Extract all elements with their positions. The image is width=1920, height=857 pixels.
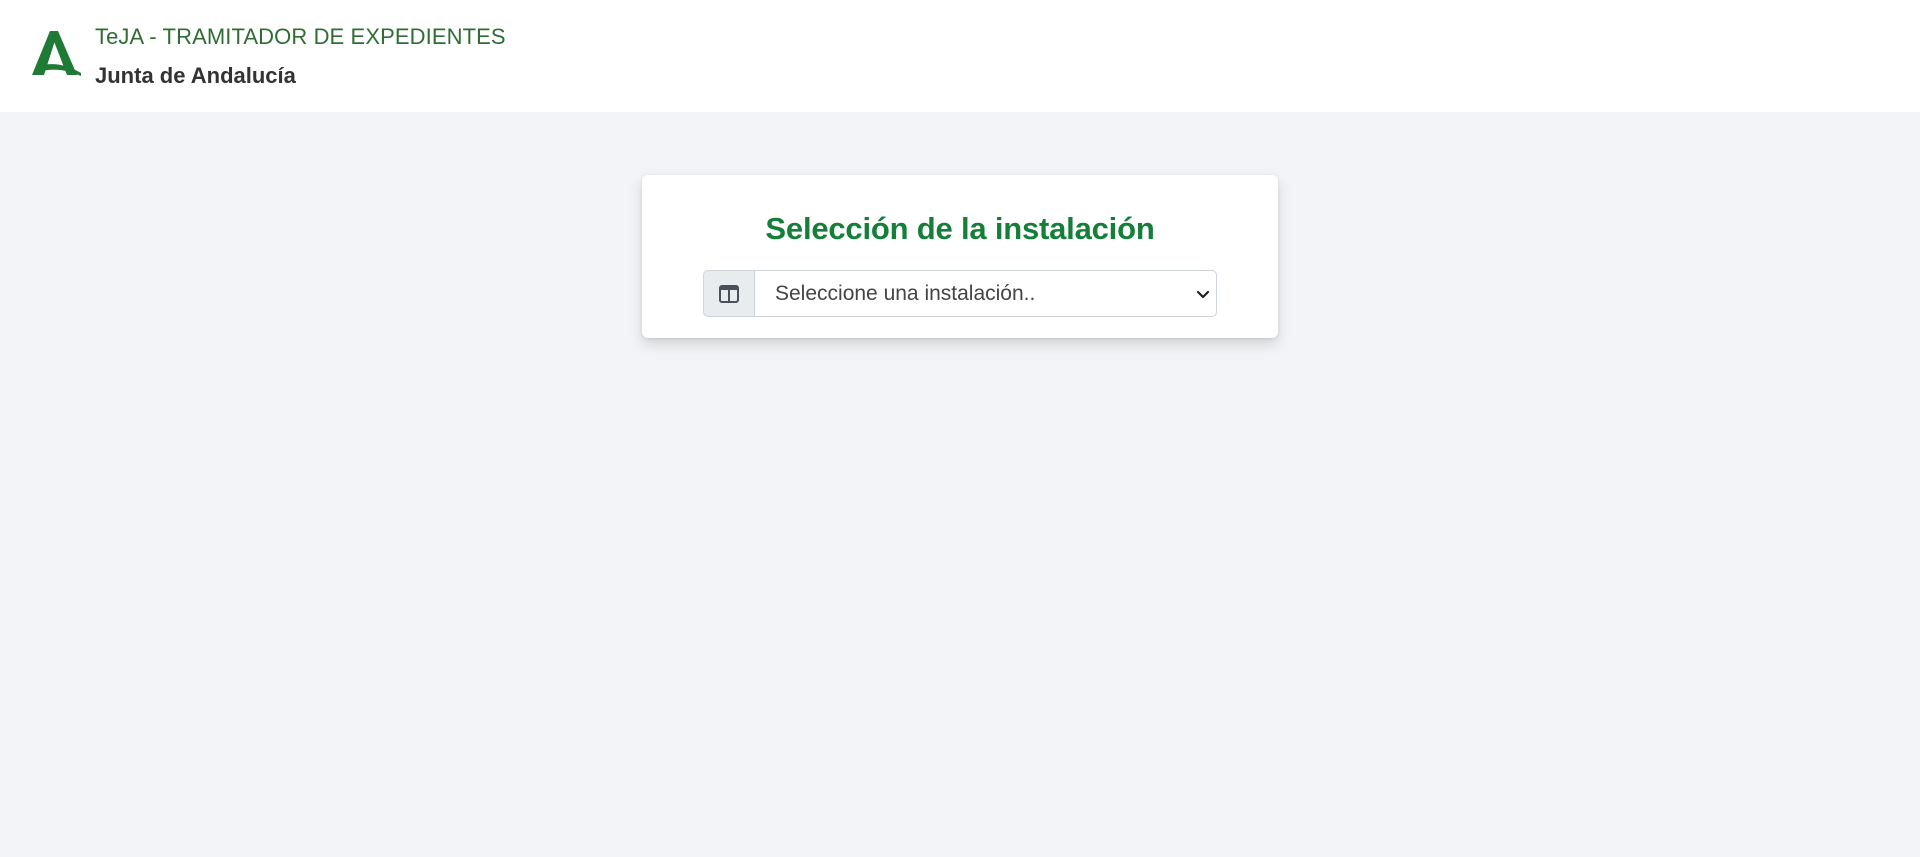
input-addon bbox=[703, 270, 755, 317]
chevron-down-icon bbox=[1196, 287, 1210, 305]
installation-select-value: Seleccione una instalación.. bbox=[775, 282, 1036, 305]
app-header: TeJA - TRAMITADOR DE EXPEDIENTES Junta d… bbox=[0, 0, 1920, 112]
installation-input-group: Seleccione una instalación.. bbox=[703, 270, 1217, 317]
card-title: Selección de la instalación bbox=[765, 211, 1155, 246]
junta-andalucia-logo-icon bbox=[31, 29, 83, 77]
organization-name: Junta de Andalucía bbox=[95, 63, 296, 88]
app-title: TeJA - TRAMITADOR DE EXPEDIENTES bbox=[95, 24, 506, 49]
installation-select[interactable]: Seleccione una instalación.. bbox=[754, 270, 1217, 317]
installation-selection-card: Selección de la instalación Seleccione u… bbox=[642, 175, 1278, 338]
